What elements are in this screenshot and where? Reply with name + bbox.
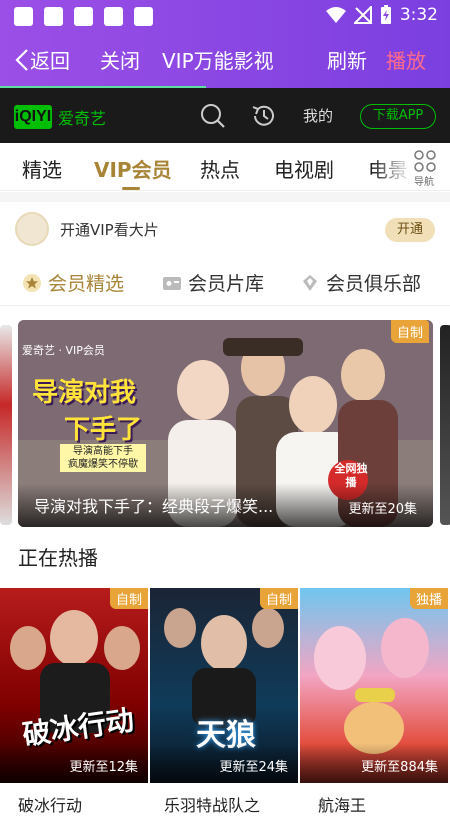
card-title[interactable]: 破冰行动 — [18, 792, 82, 816]
chevron-left-icon — [15, 48, 28, 71]
original-badge: 自制 — [390, 320, 429, 343]
banner-title: 导演对我下手了：经典段子爆笑... — [34, 497, 274, 516]
subtab-member-library[interactable]: 会员片库 — [162, 269, 264, 296]
banner-update: 更新至20集 — [348, 502, 417, 517]
card-update: 更新至12集 — [69, 760, 138, 775]
banner-brand: 爱奇艺 · VIP会员 — [22, 344, 105, 357]
grid-menu-icon[interactable] — [414, 150, 436, 172]
site-header: iQIYI 爱奇艺 我的 下载APP — [0, 88, 450, 143]
play-button[interactable]: 播放 — [386, 45, 426, 74]
notification-icon — [134, 7, 153, 26]
subtab-member-picks[interactable]: 会员精选 — [22, 269, 124, 296]
banner-art-line: 导演对我 — [32, 378, 137, 408]
open-vip-button[interactable]: 开通 — [385, 218, 435, 242]
card-title[interactable]: 航海王 — [318, 792, 366, 816]
original-badge: 自制 — [259, 588, 298, 609]
carousel-prev-peek[interactable] — [0, 325, 12, 525]
banner-art-sub: 疯魔爆笑不停歇 — [68, 459, 138, 470]
notification-icon — [104, 7, 123, 26]
show-card[interactable]: 自制 破冰行动 更新至12集 — [0, 588, 148, 783]
original-badge: 自制 — [109, 588, 148, 609]
card-update: 更新至24集 — [219, 760, 288, 775]
back-button[interactable]: 返回 — [14, 45, 70, 74]
refresh-button[interactable]: 刷新 — [327, 45, 367, 74]
subtab-label: 会员精选 — [48, 273, 125, 295]
clock: 3:32 — [399, 5, 438, 25]
close-button[interactable]: 关闭 — [100, 45, 140, 74]
brand-name: 爱奇艺 — [58, 109, 107, 128]
status-bar: 3:32 — [0, 0, 450, 33]
grid-menu-label: 导航 — [414, 177, 434, 188]
search-icon[interactable] — [200, 103, 226, 129]
back-label: 返回 — [30, 49, 70, 73]
star-badge-icon — [23, 273, 41, 292]
banner-art-subtitle: 导演高能下手 疯魔爆笑不停歇 — [60, 444, 146, 472]
nav-fade — [372, 143, 412, 190]
history-icon[interactable] — [250, 102, 278, 130]
notification-icon — [74, 7, 93, 26]
divider — [0, 192, 450, 202]
carousel-next-peek[interactable] — [440, 325, 450, 525]
film-library-icon — [163, 276, 181, 290]
wifi-icon — [325, 7, 346, 23]
featured-banner[interactable]: 自制 爱奇艺 · VIP会员 导演对我 下手了 导演高能下手 疯魔爆笑不停歇 全… — [18, 320, 433, 527]
mine-link[interactable]: 我的 — [303, 105, 333, 126]
notification-icon — [14, 7, 33, 26]
exclusive-badge: 独播 — [409, 588, 448, 609]
battery-charging-icon — [380, 5, 391, 24]
no-signal-icon — [353, 6, 372, 24]
card-update: 更新至884集 — [361, 760, 438, 775]
show-card[interactable]: 自制 天狼 更新至24集 — [150, 588, 298, 783]
show-card[interactable]: 独播 更新至884集 — [300, 588, 448, 783]
tab-featured[interactable]: 精选 — [22, 154, 62, 183]
vip-promo-row[interactable]: 开通VIP看大片 开通 — [0, 202, 450, 257]
app-title: VIP万能影视 — [162, 49, 274, 73]
avatar[interactable] — [15, 212, 49, 246]
banner-art-title: 导演对我 下手了 — [32, 372, 142, 446]
subtab-label: 会员片库 — [188, 273, 265, 295]
notification-icon — [44, 7, 63, 26]
app-toolbar: 返回 关闭 VIP万能影视 刷新 播放 — [0, 33, 450, 88]
subtab-member-club[interactable]: 会员俱乐部 — [300, 269, 421, 296]
tab-tv-series[interactable]: 电视剧 — [274, 154, 334, 183]
section-title-hot: 正在热播 — [18, 546, 98, 570]
card-title[interactable]: 乐羽特战队之 — [164, 792, 260, 816]
iqiyi-logo[interactable]: iQIYI — [14, 105, 52, 129]
subtab-label: 会员俱乐部 — [326, 273, 422, 295]
vip-subtabs: 会员精选 会员片库 会员俱乐部 — [0, 258, 450, 306]
active-tab-indicator — [122, 187, 140, 190]
banner-art-sub: 导演高能下手 — [73, 446, 133, 457]
diamond-club-icon — [303, 274, 317, 291]
banner-art-line: 下手了 — [64, 415, 143, 445]
vip-promo-text: 开通VIP看大片 — [60, 221, 159, 239]
tab-vip[interactable]: VIP会员 — [94, 154, 172, 183]
download-app-button[interactable]: 下载APP — [360, 104, 436, 129]
tab-hot[interactable]: 热点 — [200, 154, 240, 183]
